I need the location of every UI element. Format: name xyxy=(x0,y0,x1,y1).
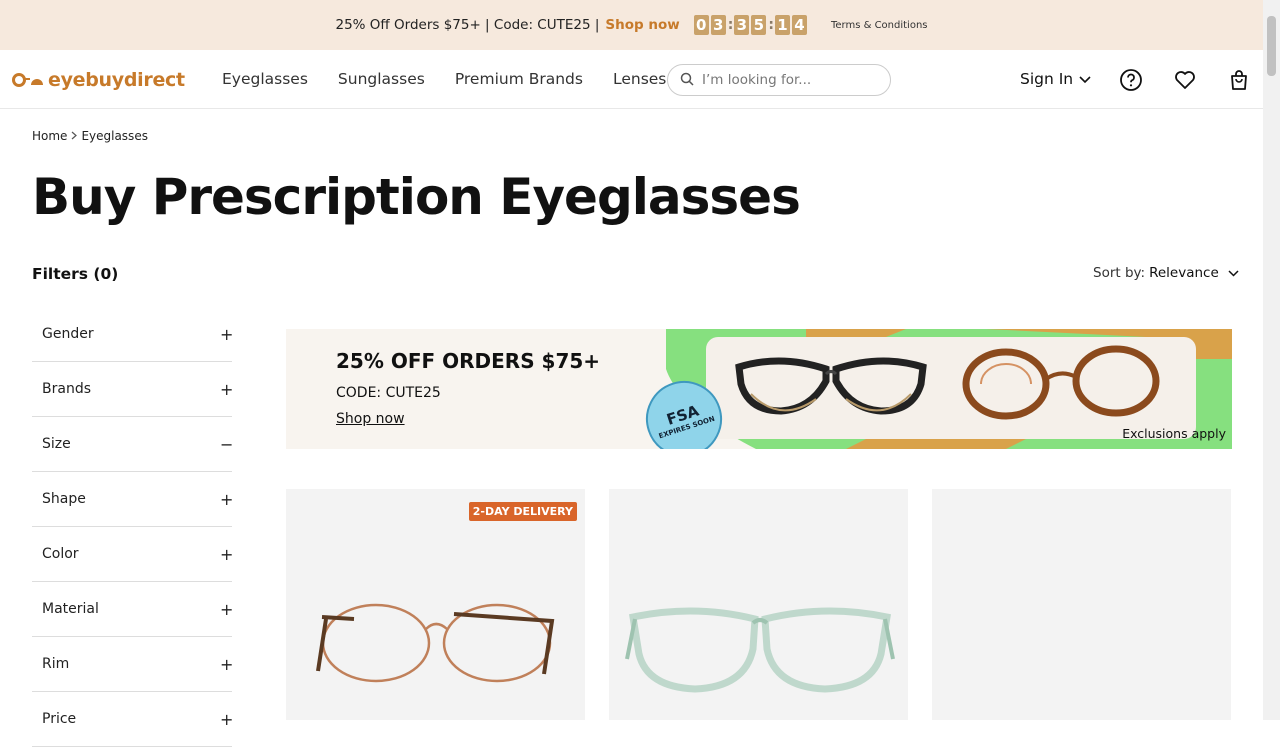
expand-icon: + xyxy=(220,489,234,509)
delivery-badge: 2-DAY DELIVERY xyxy=(468,502,577,521)
filter-size[interactable]: Size − xyxy=(32,417,234,472)
expand-icon: + xyxy=(220,599,234,619)
product-image xyxy=(625,607,895,693)
filter-gender[interactable]: Gender + xyxy=(32,307,234,362)
chevron-right-icon xyxy=(71,129,78,143)
sign-in-label: Sign In xyxy=(1020,70,1074,88)
product-card[interactable] xyxy=(609,489,908,720)
logo-text: eyebuydirect xyxy=(48,69,185,91)
nav-lenses[interactable]: Lenses xyxy=(613,70,666,88)
search-icon xyxy=(680,71,694,90)
promo-bar: 25% Off Orders $75+ | Code: CUTE25 | Sho… xyxy=(0,0,1263,50)
logo-glasses-icon xyxy=(12,73,44,87)
expand-icon: + xyxy=(220,654,234,674)
filter-list: Gender + Brands + Size − Shape + Color +… xyxy=(32,307,234,747)
page-title: Buy Prescription Eyeglasses xyxy=(32,168,801,226)
chevron-down-icon xyxy=(1228,265,1239,281)
sort-dropdown[interactable]: Sort by: Relevance xyxy=(1093,265,1239,281)
countdown-colon: : xyxy=(768,17,774,33)
nav-eyeglasses[interactable]: Eyeglasses xyxy=(222,70,308,88)
promo-banner[interactable]: FSA EXPIRES SOON 25% OFF ORDERS $75+ COD… xyxy=(286,329,1232,449)
countdown-colon: : xyxy=(727,17,734,33)
filters-title: Filters (0) xyxy=(32,265,119,283)
tortoise-glasses-image xyxy=(962,345,1160,420)
countdown-timer: 0 3 : 3 5 : 1 4 xyxy=(693,15,809,35)
expand-icon: + xyxy=(220,379,234,399)
main-nav: Eyeglasses Sunglasses Premium Brands Len… xyxy=(222,70,696,88)
expand-icon: + xyxy=(220,709,234,729)
banner-exclusions: Exclusions apply xyxy=(1122,426,1226,441)
glasses-product-image xyxy=(735,357,927,415)
filter-brands[interactable]: Brands + xyxy=(32,362,234,417)
banner-shop-now-link[interactable]: Shop now xyxy=(336,411,405,427)
filter-label: Brands xyxy=(42,381,91,397)
countdown-digit: 1 xyxy=(774,15,790,35)
countdown-digit: 4 xyxy=(791,15,807,35)
bag-icon[interactable] xyxy=(1227,68,1251,92)
product-card[interactable] xyxy=(932,489,1231,720)
filter-label: Price xyxy=(42,711,77,727)
banner-headline: 25% OFF ORDERS $75+ xyxy=(336,349,601,373)
product-card[interactable]: 2-DAY DELIVERY xyxy=(286,489,585,720)
sort-label: Sort by: xyxy=(1093,265,1146,281)
heart-icon[interactable] xyxy=(1173,68,1197,92)
search-input[interactable] xyxy=(702,72,882,88)
expand-icon: + xyxy=(220,544,234,564)
filter-shape[interactable]: Shape + xyxy=(32,472,234,527)
filter-color[interactable]: Color + xyxy=(32,527,234,582)
expand-icon: + xyxy=(220,324,234,344)
filter-label: Rim xyxy=(42,656,70,672)
scrollbar-thumb[interactable] xyxy=(1267,16,1276,76)
sign-in-button[interactable]: Sign In xyxy=(1020,70,1091,88)
banner-code: CODE: CUTE25 xyxy=(336,385,441,401)
breadcrumb-eyeglasses[interactable]: Eyeglasses xyxy=(81,129,148,143)
filter-label: Gender xyxy=(42,326,94,342)
terms-link[interactable]: Terms & Conditions xyxy=(831,20,928,31)
sort-value: Relevance xyxy=(1149,265,1219,281)
filter-label: Size xyxy=(42,436,71,452)
promo-text: 25% Off Orders $75+ | Code: CUTE25 | xyxy=(335,17,600,33)
countdown-digit: 0 xyxy=(693,15,709,35)
chevron-down-icon xyxy=(1079,70,1091,88)
site-header: eyebuydirect Eyeglasses Sunglasses Premi… xyxy=(0,50,1263,109)
page-scrollbar[interactable] xyxy=(1263,0,1280,720)
filter-label: Color xyxy=(42,546,79,562)
search-box[interactable] xyxy=(667,64,891,96)
filter-label: Shape xyxy=(42,491,86,507)
product-image xyxy=(316,603,555,683)
promo-shop-now-link[interactable]: Shop now xyxy=(605,17,679,33)
help-icon[interactable] xyxy=(1119,68,1143,92)
breadcrumb: Home Eyeglasses xyxy=(32,129,148,143)
collapse-icon: − xyxy=(220,434,234,454)
filter-label: Material xyxy=(42,601,99,617)
breadcrumb-home[interactable]: Home xyxy=(32,129,67,143)
nav-premium-brands[interactable]: Premium Brands xyxy=(455,70,583,88)
nav-sunglasses[interactable]: Sunglasses xyxy=(338,70,425,88)
filter-material[interactable]: Material + xyxy=(32,582,234,637)
countdown-digit: 3 xyxy=(734,15,750,35)
countdown-digit: 5 xyxy=(751,15,767,35)
logo[interactable]: eyebuydirect xyxy=(12,69,185,91)
countdown-digit: 3 xyxy=(710,15,726,35)
filter-rim[interactable]: Rim + xyxy=(32,637,234,692)
